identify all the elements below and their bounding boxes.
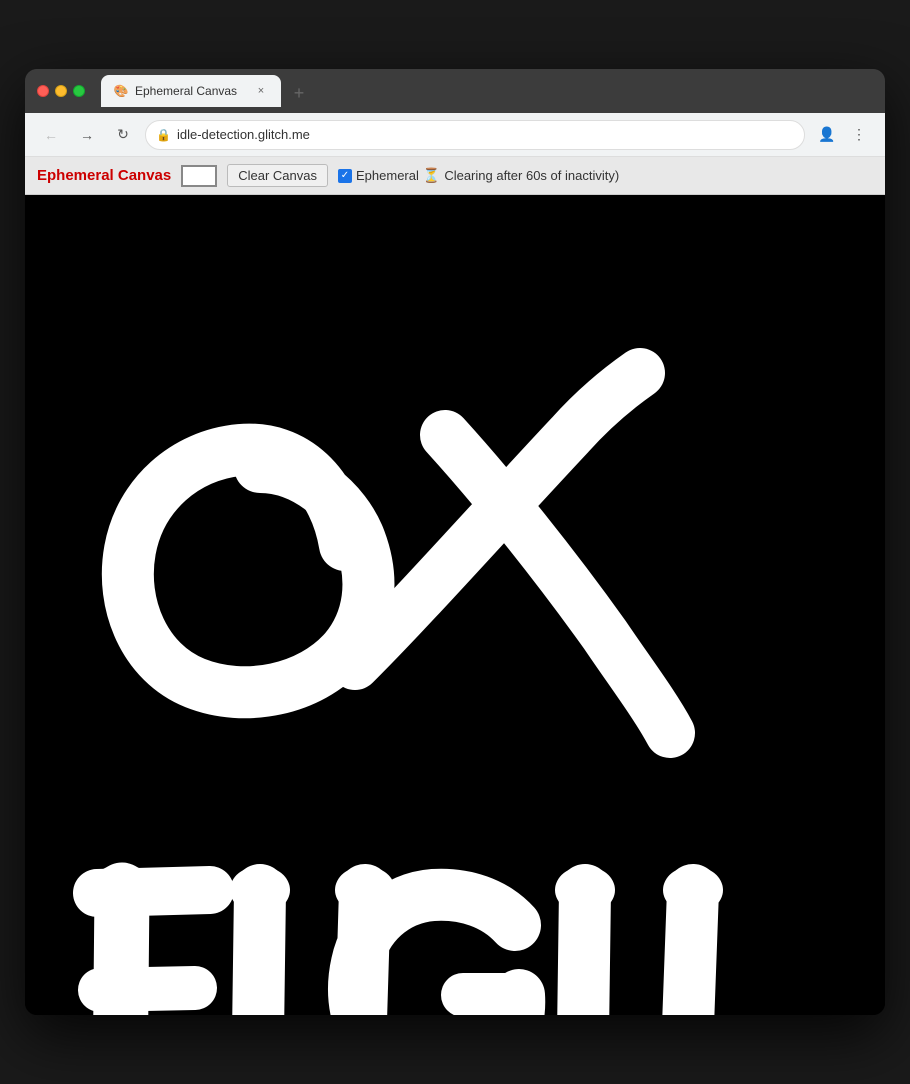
drawing-svg <box>25 195 885 1015</box>
browser-toolbar-icons: 👤 ⋮ <box>813 121 873 149</box>
account-icon[interactable]: 👤 <box>813 121 841 149</box>
tab-close-button[interactable]: × <box>253 83 269 99</box>
url-text: idle-detection.glitch.me <box>177 127 794 142</box>
hourglass-icon: ⏳ <box>423 167 440 184</box>
ephemeral-checkbox[interactable]: ✓ <box>338 169 352 183</box>
tab-title: Ephemeral Canvas <box>135 84 247 98</box>
refresh-button[interactable]: ↻ <box>109 121 137 149</box>
app-title: Ephemeral Canvas <box>37 167 171 184</box>
url-bar[interactable]: 🔒 idle-detection.glitch.me <box>145 120 805 150</box>
lock-icon: 🔒 <box>156 128 171 142</box>
maximize-button[interactable] <box>73 85 85 97</box>
app-toolbar: Ephemeral Canvas Clear Canvas ✓ Ephemera… <box>25 157 885 195</box>
active-tab[interactable]: 🎨 Ephemeral Canvas × <box>101 75 281 107</box>
tab-bar: 🎨 Ephemeral Canvas × + <box>101 75 873 107</box>
address-bar: ← → ↻ 🔒 idle-detection.glitch.me 👤 ⋮ <box>25 113 885 157</box>
forward-button[interactable]: → <box>73 121 101 149</box>
back-button[interactable]: ← <box>37 121 65 149</box>
clear-canvas-button[interactable]: Clear Canvas <box>227 164 328 187</box>
menu-icon[interactable]: ⋮ <box>845 121 873 149</box>
color-picker[interactable] <box>181 165 217 187</box>
minimize-button[interactable] <box>55 85 67 97</box>
new-tab-button[interactable]: + <box>285 79 313 107</box>
drawing-canvas[interactable] <box>25 195 885 1015</box>
tab-favicon: 🎨 <box>113 83 129 99</box>
title-bar: 🎨 Ephemeral Canvas × + <box>25 69 885 113</box>
close-button[interactable] <box>37 85 49 97</box>
ephemeral-option: ✓ Ephemeral ⏳ Clearing after 60s of inac… <box>338 167 619 184</box>
status-text: Clearing after 60s of inactivity) <box>444 168 619 183</box>
ephemeral-text: Ephemeral <box>356 168 419 183</box>
browser-window: 🎨 Ephemeral Canvas × + ← → ↻ 🔒 idle-dete… <box>25 69 885 1015</box>
traffic-lights <box>37 85 85 97</box>
